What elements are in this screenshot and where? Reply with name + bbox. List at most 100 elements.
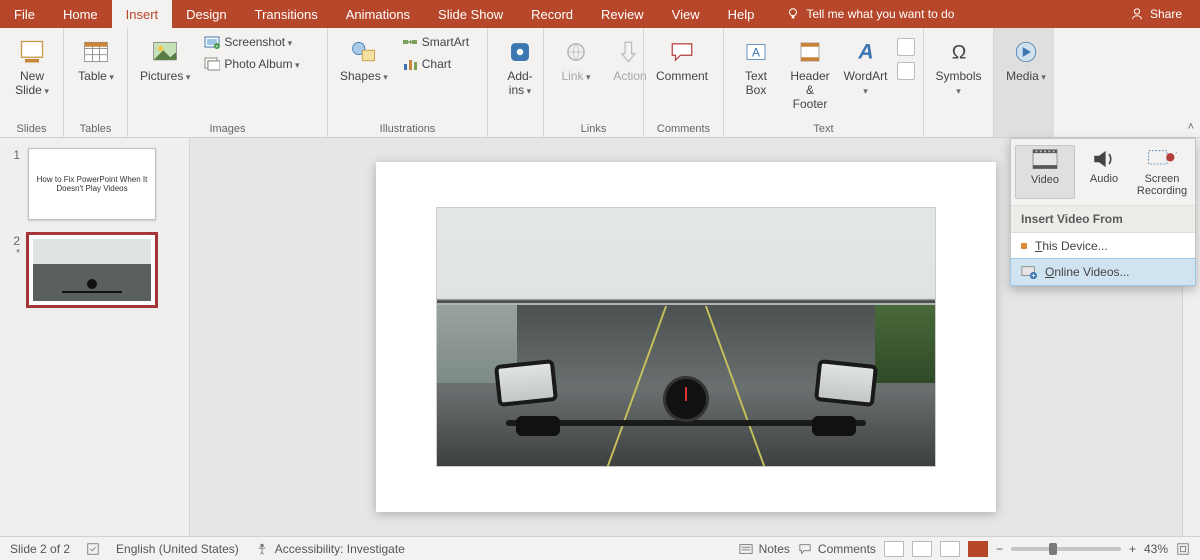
slide-thumbnail-2[interactable] xyxy=(28,234,156,306)
tab-animations[interactable]: Animations xyxy=(332,0,424,28)
screen-recording-label: Screen Recording xyxy=(1137,173,1187,197)
insert-video-from-header: Insert Video From xyxy=(1011,206,1195,233)
slide-counter[interactable]: Slide 2 of 2 xyxy=(10,542,70,556)
smartart-label: SmartArt xyxy=(422,35,469,49)
this-device-item[interactable]: This Device... xyxy=(1011,233,1195,259)
fit-to-window-button[interactable] xyxy=(1176,542,1190,556)
bullet-icon xyxy=(1021,243,1027,249)
collapse-ribbon-button[interactable]: ˄ xyxy=(1188,121,1194,133)
online-videos-item[interactable]: Online Videos... xyxy=(1010,258,1196,286)
date-time-button[interactable] xyxy=(897,38,915,56)
group-label-media xyxy=(1002,133,1046,135)
smartart-icon xyxy=(402,34,418,50)
symbols-button[interactable]: Ω Symbols xyxy=(932,32,985,98)
action-icon xyxy=(614,36,646,68)
slide-thumbnail-1[interactable]: How to Fix PowerPoint When It Doesn't Pl… xyxy=(28,148,156,220)
current-slide[interactable] xyxy=(376,162,996,512)
new-slide-label: New Slide xyxy=(15,70,49,98)
tab-design[interactable]: Design xyxy=(172,0,240,28)
video-icon xyxy=(1031,148,1059,172)
normal-view-button[interactable] xyxy=(884,541,904,557)
group-media: Media xyxy=(994,28,1054,137)
accessibility-button[interactable]: Accessibility: Investigate xyxy=(255,542,405,556)
status-bar: Slide 2 of 2 English (United States) Acc… xyxy=(0,536,1200,560)
wordart-label: WordArt xyxy=(844,70,888,98)
accessibility-label: Accessibility: Investigate xyxy=(275,542,405,556)
sorter-view-button[interactable] xyxy=(912,541,932,557)
group-label-tables: Tables xyxy=(72,121,119,135)
share-label: Share xyxy=(1150,7,1182,21)
header-footer-icon xyxy=(794,36,826,68)
tab-insert[interactable]: Insert xyxy=(112,0,173,28)
pictures-button[interactable]: Pictures xyxy=(136,32,194,84)
photo-album-button[interactable]: Photo Album xyxy=(200,54,303,74)
comment-button[interactable]: Comment xyxy=(652,32,712,84)
text-box-icon: A xyxy=(740,36,772,68)
tab-file[interactable]: File xyxy=(0,0,49,28)
media-dropdown-panel: Video Audio + Screen Recording Insert Vi… xyxy=(1010,138,1196,286)
table-button[interactable]: Table xyxy=(72,32,120,84)
slideshow-view-button[interactable] xyxy=(968,541,988,557)
header-footer-label: Header & Footer xyxy=(790,70,830,111)
slide-1-title-text: How to Fix PowerPoint When It Doesn't Pl… xyxy=(33,175,151,193)
reading-view-button[interactable] xyxy=(940,541,960,557)
group-symbols: Ω Symbols xyxy=(924,28,994,137)
group-comments: Comment Comments xyxy=(644,28,724,137)
text-box-label: Text Box xyxy=(745,70,767,98)
link-button[interactable]: Link xyxy=(552,32,600,84)
pictures-icon xyxy=(149,36,181,68)
slide-number-button[interactable] xyxy=(897,62,915,80)
group-label-slides: Slides xyxy=(8,121,55,135)
comments-pane-button[interactable]: Comments xyxy=(798,542,876,556)
header-footer-button[interactable]: Header & Footer xyxy=(786,32,834,111)
tab-home[interactable]: Home xyxy=(49,0,112,28)
tab-review[interactable]: Review xyxy=(587,0,658,28)
new-slide-button[interactable]: New Slide xyxy=(8,32,56,98)
media-button[interactable]: Media xyxy=(1002,32,1050,84)
thumb-number-2: 2* xyxy=(6,234,20,306)
zoom-slider[interactable] xyxy=(1011,547,1121,551)
group-tables: Table Tables xyxy=(64,28,128,137)
smartart-button[interactable]: SmartArt xyxy=(398,32,473,52)
tab-transitions[interactable]: Transitions xyxy=(241,0,332,28)
pictures-label: Pictures xyxy=(140,70,190,84)
wordart-button[interactable]: A WordArt xyxy=(840,32,891,98)
comment-label: Comment xyxy=(656,70,708,84)
tab-help[interactable]: Help xyxy=(714,0,769,28)
table-icon xyxy=(80,36,112,68)
tab-record[interactable]: Record xyxy=(517,0,587,28)
zoom-in-button[interactable]: + xyxy=(1129,542,1136,556)
shapes-icon xyxy=(348,36,380,68)
notes-button[interactable]: Notes xyxy=(739,542,790,556)
video-menu-button[interactable]: Video xyxy=(1015,145,1075,199)
zoom-out-button[interactable]: − xyxy=(996,542,1003,556)
action-label: Action xyxy=(613,70,646,84)
group-text: A Text Box Header & Footer A WordArt Tex… xyxy=(724,28,924,137)
screenshot-button[interactable]: + Screenshot xyxy=(200,32,303,52)
shapes-button[interactable]: Shapes xyxy=(336,32,392,84)
tab-slideshow[interactable]: Slide Show xyxy=(424,0,517,28)
shapes-label: Shapes xyxy=(340,70,388,84)
tab-view[interactable]: View xyxy=(658,0,714,28)
screen-recording-button[interactable]: + Screen Recording xyxy=(1133,145,1191,199)
link-label: Link xyxy=(561,70,590,84)
group-label-addins xyxy=(496,133,535,135)
svg-text:A: A xyxy=(752,46,760,60)
spell-check-button[interactable] xyxy=(86,542,100,556)
share-button[interactable]: Share xyxy=(1112,0,1200,28)
lightbulb-icon xyxy=(786,7,800,21)
chart-button[interactable]: Chart xyxy=(398,54,473,74)
svg-text:A: A xyxy=(857,41,873,64)
audio-menu-button[interactable]: Audio xyxy=(1075,145,1133,199)
new-slide-icon xyxy=(16,36,48,68)
video-menu-label: Video xyxy=(1031,174,1059,186)
slide-video-placeholder[interactable] xyxy=(436,207,936,467)
svg-text:+: + xyxy=(1175,148,1177,158)
group-illustrations: Shapes SmartArt Chart Illustrations xyxy=(328,28,488,137)
tell-me-search[interactable]: Tell me what you want to do xyxy=(786,0,954,28)
zoom-level[interactable]: 43% xyxy=(1144,542,1168,556)
language-indicator[interactable]: English (United States) xyxy=(116,542,239,556)
addins-button[interactable]: Add- ins xyxy=(496,32,544,98)
menu-tab-bar: File Home Insert Design Transitions Anim… xyxy=(0,0,1200,28)
text-box-button[interactable]: A Text Box xyxy=(732,32,780,98)
